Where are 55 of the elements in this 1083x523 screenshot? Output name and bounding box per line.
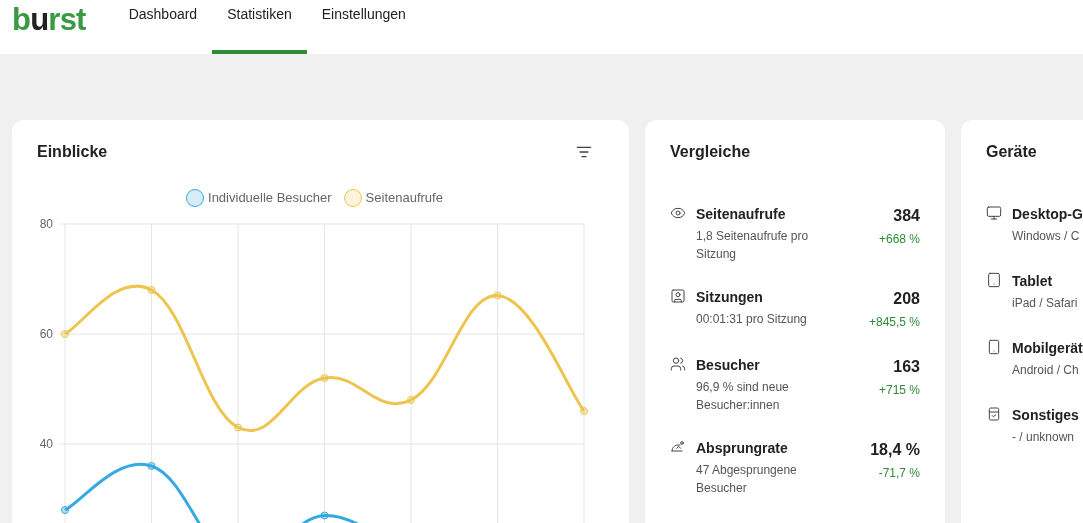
- metric-change: +715 %: [878, 382, 920, 399]
- tablet-icon: [986, 272, 1002, 288]
- metric-detail: 1,8 Seitenaufrufe pro Sitzung: [696, 228, 810, 263]
- metric-detail: 96,9 % sind neue Besucher:innen: [696, 379, 790, 414]
- device-detail: Android / Ch: [1012, 362, 1080, 379]
- data-point: [580, 406, 588, 415]
- device-label: Tablet: [1012, 272, 1054, 291]
- data-point: [234, 423, 242, 431]
- device-icon: [986, 406, 1002, 422]
- data-point: [320, 373, 329, 382]
- bounce-icon: [670, 439, 686, 455]
- data-point: [407, 395, 415, 404]
- metric-change: +668 %: [878, 231, 920, 248]
- metric-label: Sitzungen: [696, 288, 764, 307]
- device-label: Mobilgerät: [1012, 339, 1083, 358]
- metric-value: 208: [893, 289, 920, 309]
- metric-label: Besucher: [696, 356, 761, 375]
- nav-tab[interactable]: Einstellungen: [306, 0, 421, 54]
- nav-tab[interactable]: Dashboard: [113, 0, 213, 54]
- card-title: Vergleiche: [670, 142, 752, 162]
- metric-change: -71,7 %: [878, 465, 920, 482]
- metric-detail: 47 Abgesprungene Besucher: [696, 462, 798, 497]
- device-detail: Windows / C: [1012, 228, 1081, 245]
- filter-icon[interactable]: [576, 144, 592, 160]
- device-label: Desktop-G: [1012, 205, 1083, 224]
- metric-change: +845,5 %: [868, 314, 920, 331]
- metric-value: 384: [893, 206, 920, 226]
- axis-tick-label: 60: [39, 326, 53, 341]
- logo[interactable]: burst: [12, 2, 86, 35]
- eye-icon: [670, 205, 686, 221]
- data-point: [61, 505, 69, 514]
- data-point: [147, 461, 156, 470]
- metric-label: Seitenaufrufe: [696, 205, 787, 224]
- card-title: Einblicke: [37, 142, 108, 162]
- legend-label: Individuelle Besucher: [208, 189, 332, 207]
- metric-value: 18,4 %: [870, 440, 920, 460]
- axis-tick-label: 80: [39, 216, 53, 231]
- data-point: [61, 329, 69, 338]
- data-point: [493, 291, 502, 299]
- metric-label: Absprungrate: [696, 439, 789, 458]
- users-icon: [670, 356, 686, 372]
- id-card-icon: [670, 288, 686, 304]
- device-detail: - / unknown: [1012, 429, 1076, 446]
- nav-tab[interactable]: Statistiken: [212, 0, 307, 54]
- data-point: [320, 511, 329, 519]
- device-label: Sonstiges: [1012, 406, 1079, 425]
- card-title: Geräte: [986, 142, 1038, 162]
- data-point: [147, 285, 156, 294]
- legend-label: Seitenaufrufe: [365, 189, 443, 207]
- axis-tick-label: 40: [39, 436, 53, 451]
- metric-detail: 00:01:31 pro Sitzung: [696, 311, 808, 328]
- metric-value: 163: [893, 357, 920, 377]
- monitor-icon: [986, 205, 1002, 221]
- device-detail: iPad / Safari: [1012, 295, 1078, 312]
- smartphone-icon: [986, 339, 1002, 355]
